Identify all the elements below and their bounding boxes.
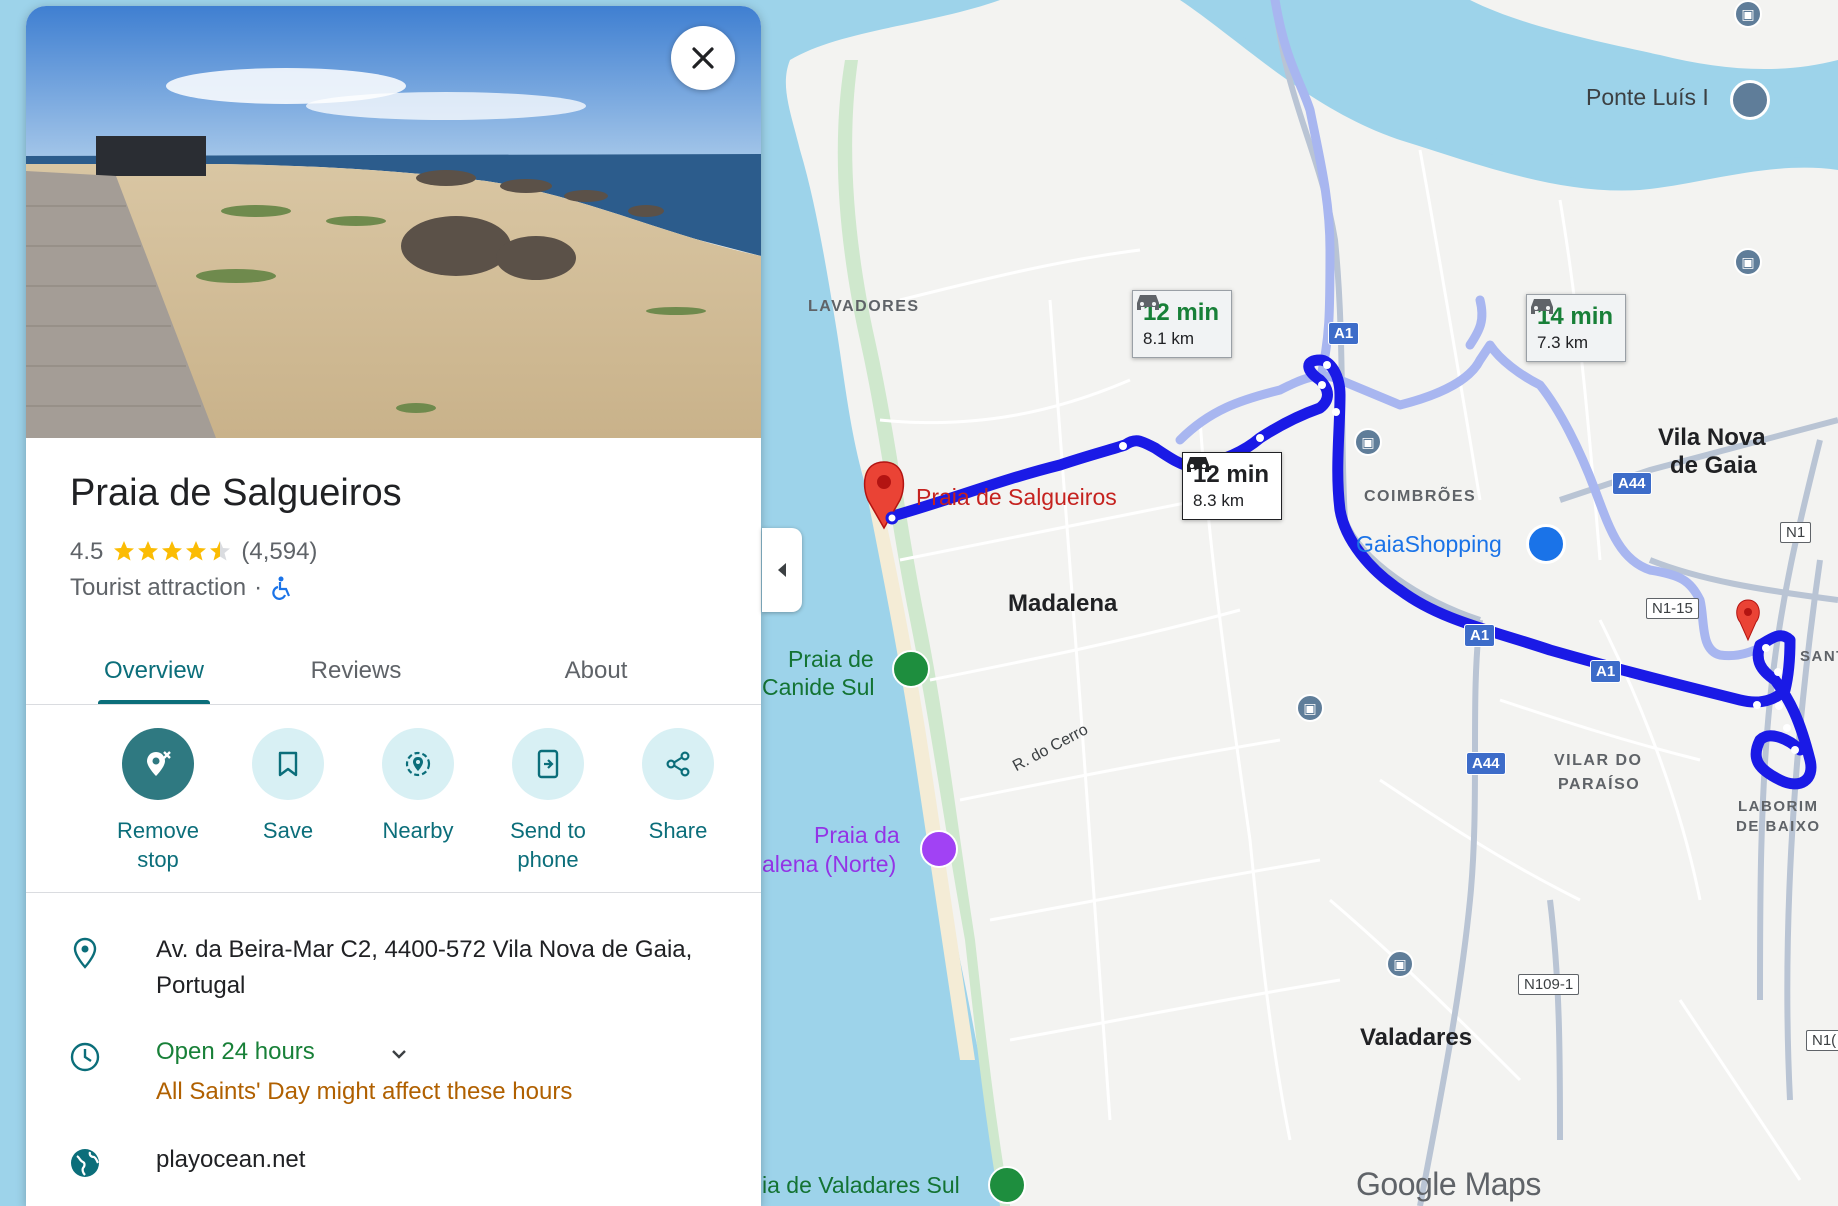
car-icon	[1531, 299, 1553, 314]
poi-label-praia-madalena-1[interactable]: Praia da	[814, 822, 900, 849]
chevron-left-icon	[778, 563, 786, 577]
route-option-1[interactable]: 12 min 8.1 km	[1132, 290, 1233, 358]
place-tabs: Overview Reviews About	[26, 638, 761, 705]
route-option-3[interactable]: 14 min 7.3 km	[1526, 294, 1627, 362]
category-row: Tourist attraction ·	[70, 574, 292, 602]
address-row[interactable]: Av. da Beira-Mar C2, 4400-572 Vila Nova …	[26, 926, 761, 1006]
globe-icon	[71, 1149, 99, 1177]
area-label-vila-nova-2: de Gaia	[1670, 452, 1757, 479]
route-option-2[interactable]: 12 min 8.3 km	[1182, 452, 1283, 520]
remove-stop-button[interactable]: Remove stop	[94, 728, 222, 874]
car-icon	[1187, 457, 1209, 472]
camera-poi-icon[interactable]	[920, 830, 958, 868]
area-label-vila-nova-1: Vila Nova	[1658, 424, 1766, 451]
category-label: Tourist attraction	[70, 574, 247, 601]
poi-label-praia-madalena-2[interactable]: alena (Norte)	[762, 851, 896, 878]
area-label-vilar-1: VILAR DO	[1554, 752, 1643, 769]
place-title: Praia de Salgueiros	[70, 472, 402, 514]
send-to-phone-button[interactable]: Send to phone	[484, 728, 612, 874]
transit-icon[interactable]: ▣	[1354, 428, 1382, 456]
category-separator: ·	[254, 574, 263, 601]
highway-shield-a1: A1	[1590, 660, 1622, 683]
share-icon	[642, 728, 714, 800]
poi-label-praia-canide-2[interactable]: Canide Sul	[762, 674, 875, 701]
area-label-madalena: Madalena	[1008, 590, 1118, 617]
destination-label[interactable]: Praia de Salgueiros	[916, 484, 1117, 511]
nearby-button[interactable]: Nearby	[354, 728, 482, 845]
beach-poi-icon[interactable]	[892, 650, 930, 688]
area-label-vilar-2: PARAÍSO	[1558, 776, 1641, 793]
car-icon	[1137, 295, 1159, 310]
route-distance: 8.3 km	[1193, 491, 1245, 510]
poi-label-gaiashopping[interactable]: GaiaShopping	[1356, 531, 1502, 558]
wheelchair-icon	[272, 576, 291, 600]
poi-label-ponte-luis[interactable]: Ponte Luís I	[1586, 84, 1709, 111]
location-pin-icon	[73, 937, 97, 969]
route-distance: 7.3 km	[1537, 333, 1589, 352]
transit-icon[interactable]: ▣	[1296, 694, 1324, 722]
share-label: Share	[648, 818, 708, 843]
area-label-coimbroes: COIMBRÕES	[1364, 488, 1477, 505]
save-button[interactable]: Save	[224, 728, 352, 845]
area-label-lavadores: LAVADORES	[808, 298, 920, 315]
google-maps-logo: Google Maps	[1356, 1166, 1541, 1202]
nearby-icon	[382, 728, 454, 800]
collapse-panel-button[interactable]	[762, 528, 802, 612]
review-count[interactable]: (4,594)	[241, 538, 317, 566]
area-label-valadares: Valadares	[1360, 1024, 1473, 1051]
highway-shield-a1: A1	[1328, 322, 1360, 345]
rating-row[interactable]: 4.5 (4,594)	[70, 538, 317, 566]
hours-row[interactable]: Open 24 hours All Saints' Day might affe…	[26, 1026, 761, 1116]
highway-shield-a1: A1	[1464, 624, 1496, 647]
transit-icon[interactable]: ▣	[1734, 0, 1762, 28]
area-label-sant: SANT	[1800, 648, 1838, 665]
highway-shield-a44: A44	[1612, 472, 1652, 495]
place-panel: Praia de Salgueiros 4.5 (4,594) Tourist …	[26, 6, 761, 1206]
bridge-poi-icon[interactable]	[1730, 80, 1770, 120]
poi-label-praia-canide-1[interactable]: Praia de	[788, 646, 874, 673]
save-label: Save	[262, 818, 314, 843]
website-row[interactable]: playocean.net	[26, 1136, 761, 1196]
share-button[interactable]: Share	[614, 728, 742, 845]
beach-photo-graphic	[26, 6, 761, 438]
remove-stop-icon	[122, 728, 194, 800]
transit-icon[interactable]: ▣	[1386, 950, 1414, 978]
send-to-phone-label: Send to phone	[510, 818, 586, 872]
area-label-laborim-2: DE BAIXO	[1736, 818, 1821, 835]
highway-shield-a44: A44	[1466, 752, 1506, 775]
nearby-label: Nearby	[382, 818, 454, 843]
poi-label-praia-valadares[interactable]: ia de Valadares Sul	[762, 1172, 960, 1199]
bookmark-icon	[252, 728, 324, 800]
close-icon	[692, 47, 714, 69]
road-shield-n1-edge: N1(	[1806, 1030, 1838, 1051]
rating-value: 4.5	[70, 538, 104, 565]
area-label-laborim-1: LABORIM	[1738, 798, 1819, 815]
close-button[interactable]	[671, 26, 735, 90]
chevron-down-icon[interactable]	[390, 1048, 408, 1060]
transit-icon[interactable]: ▣	[1734, 248, 1762, 276]
hours-status: Open 24 hours	[156, 1038, 315, 1065]
tab-reviews[interactable]: Reviews	[276, 638, 436, 704]
shopping-poi-icon[interactable]	[1526, 524, 1566, 564]
road-shield-n1-15: N1-15	[1646, 598, 1699, 619]
action-bar: Remove stop Save Nearby Send to phone Sh…	[26, 706, 761, 893]
road-shield-n1: N1	[1780, 522, 1812, 543]
address-text: Av. da Beira-Mar C2, 4400-572 Vila Nova …	[156, 936, 693, 999]
website-link[interactable]: playocean.net	[156, 1142, 305, 1178]
route-distance: 8.1 km	[1143, 329, 1195, 348]
star-icon	[114, 541, 231, 561]
hours-notice: All Saints' Day might affect these hours	[156, 1078, 573, 1105]
rating-stars	[113, 540, 231, 564]
place-photo[interactable]	[26, 6, 761, 438]
tab-active-indicator	[98, 700, 210, 704]
remove-stop-label: Remove stop	[117, 818, 199, 872]
tab-overview[interactable]: Overview	[74, 638, 234, 704]
clock-icon	[70, 1042, 100, 1072]
beach-poi-icon-2[interactable]	[988, 1166, 1026, 1204]
tab-about[interactable]: About	[516, 638, 676, 704]
road-shield-n109-1: N109-1	[1518, 974, 1580, 995]
send-to-phone-icon	[512, 728, 584, 800]
